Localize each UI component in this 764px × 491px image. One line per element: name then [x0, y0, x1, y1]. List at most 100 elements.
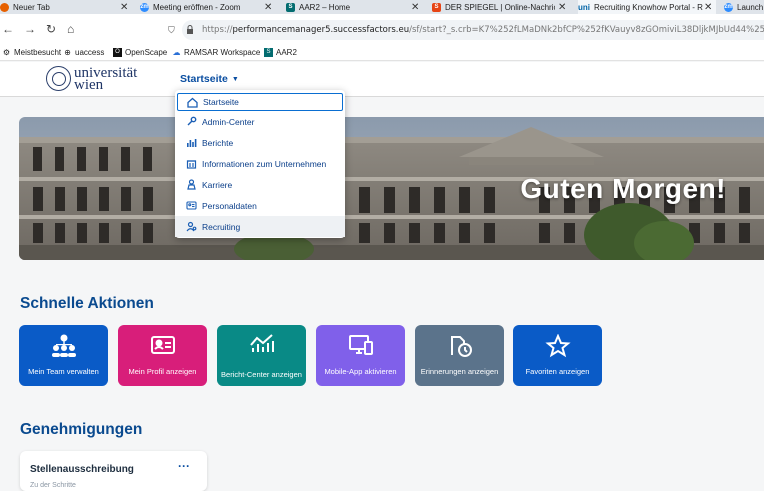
line-chart-icon [217, 332, 306, 356]
chevron-down-icon: ▼ [231, 75, 239, 83]
menu-item-label: Berichte [202, 137, 234, 148]
url-path: /sf/start?_s.crb=K7%252fLMaDNk2bfCP%252f… [409, 25, 764, 35]
menu-item-karriere[interactable]: Karriere [175, 174, 345, 195]
menu-item-personaldaten[interactable]: Personaldaten [175, 195, 345, 216]
quick-action-label: Bericht-Center anzeigen [221, 370, 302, 379]
quick-action-label: Mobile-App aktivieren [324, 367, 397, 376]
menu-item-label: Startseite [203, 97, 239, 107]
bookmark-item[interactable]: ⚙ Meistbesucht [2, 48, 61, 57]
close-icon[interactable]: ✕ [411, 2, 419, 13]
tab-label: DER SPIEGEL | Online-Nachricht [445, 2, 555, 12]
quick-action-favorites[interactable]: Favoriten anzeigen [513, 325, 602, 386]
browser-tab[interactable]: zm Launch [724, 0, 764, 14]
bookmark-item[interactable]: ⊕ uaccess [63, 48, 104, 57]
cloud-icon: ☁ [172, 48, 181, 57]
hero-banner: Guten Morgen! [19, 117, 764, 260]
menu-item-startseite[interactable]: Startseite [177, 93, 343, 111]
team-hierarchy-icon [19, 334, 108, 358]
browser-tab[interactable]: Neuer Tab ✕ [0, 0, 134, 14]
quick-action-label: Mein Profil anzeigen [128, 367, 197, 376]
firefox-icon [0, 2, 9, 12]
bookmarks-bar: ⚙ Meistbesucht ⊕ uaccess O OpenScape ☁ R… [0, 46, 764, 61]
bookmark-item[interactable]: O OpenScape [113, 48, 167, 57]
sharepoint-icon: S [286, 2, 295, 12]
address-bar-row: ← → ↻ ⌂ ⛉ https://performancemanager5.su… [0, 14, 764, 46]
quick-action-profile[interactable]: Mein Profil anzeigen [118, 325, 207, 386]
shield-icon[interactable]: ⛉ [168, 25, 175, 36]
lock-icon[interactable] [186, 25, 194, 36]
zoom-icon: zm [724, 2, 733, 12]
bookmark-label: uaccess [75, 48, 105, 57]
tab-label: Launch [737, 2, 764, 12]
quick-action-label: Mein Team verwalten [28, 367, 99, 376]
star-icon [513, 334, 602, 358]
university-seal-icon [46, 66, 71, 91]
approval-card-title: Stellenausschreibung [30, 464, 134, 475]
app-header: universität wien Startseite ▼ [0, 62, 764, 97]
browser-tab[interactable]: S DER SPIEGEL | Online-Nachricht ✕ [432, 0, 570, 14]
bookmark-label: Meistbesucht [14, 48, 62, 57]
home-icon[interactable]: ⌂ [67, 22, 74, 36]
tab-label: Neuer Tab [13, 2, 50, 12]
quick-action-reports[interactable]: Bericht-Center anzeigen [217, 325, 306, 386]
reminder-clock-icon [415, 334, 504, 358]
quick-action-team[interactable]: Mein Team verwalten [19, 325, 108, 386]
logo-text: universität wien [74, 65, 137, 92]
menu-item-label: Personaldaten [202, 200, 257, 211]
menu-item-recruiting[interactable]: Recruiting [175, 216, 345, 237]
close-icon[interactable]: ✕ [704, 2, 712, 13]
quick-action-label: Favoriten anzeigen [525, 367, 590, 376]
approvals-title: Genehmigungen [20, 421, 143, 438]
close-icon[interactable]: ✕ [264, 2, 272, 13]
bar-chart-icon [185, 137, 197, 149]
wrench-icon [185, 116, 197, 128]
browser-tab[interactable]: S AAR2 – Home ✕ [286, 0, 424, 14]
tab-label: Recruiting Knowhow Portal - R [594, 2, 703, 12]
globe-icon: ⊕ [64, 48, 71, 57]
menu-item-admin-center[interactable]: Admin-Center [175, 111, 345, 132]
greeting-text: Guten Morgen! [520, 173, 726, 204]
gear-icon: ⚙ [2, 48, 11, 57]
bookmark-label: RAMSAR Workspace [184, 48, 261, 57]
devices-icon [316, 334, 405, 358]
menu-item-label: Informationen zum Unternehmen [202, 158, 327, 169]
recruiting-icon [185, 221, 197, 233]
forward-icon[interactable]: → [24, 22, 36, 36]
browser-tab-active[interactable]: uni Recruiting Knowhow Portal - R ✕ [578, 0, 716, 14]
close-icon[interactable]: ✕ [558, 2, 566, 13]
url-field[interactable]: https://performancemanager5.successfacto… [182, 20, 764, 40]
quick-action-reminders[interactable]: Erinnerungen anzeigen [415, 325, 504, 386]
bookmark-item[interactable]: ☁ RAMSAR Workspace [172, 48, 261, 57]
menu-item-company-info[interactable]: Informationen zum Unternehmen [175, 153, 345, 174]
quick-actions-title: Schnelle Aktionen [20, 295, 154, 312]
reload-icon[interactable]: ↻ [46, 22, 56, 36]
home-icon [186, 96, 198, 108]
menu-item-berichte[interactable]: Berichte [175, 132, 345, 153]
browser-tab[interactable]: zm Meeting eröffnen - Zoom ✕ [140, 0, 278, 14]
tab-label: Meeting eröffnen - Zoom [153, 2, 241, 12]
url-prefix: https:// [202, 25, 233, 35]
career-icon [185, 179, 197, 191]
navigation-menu-label: Startseite [180, 73, 228, 85]
profile-card-icon [118, 334, 207, 358]
browser-tab-bar: Neuer Tab ✕ zm Meeting eröffnen - Zoom ✕… [0, 0, 764, 14]
bookmark-label: OpenScape [125, 48, 168, 57]
approval-card[interactable]: Stellenausschreibung ··· Zu der Schritte [20, 451, 207, 491]
bookmark-label: AAR2 [276, 48, 297, 57]
university-logo[interactable]: universität wien [46, 65, 137, 92]
bookmark-item[interactable]: S AAR2 [264, 48, 297, 57]
id-card-icon [185, 200, 197, 212]
url-host: performancemanager5.successfactors.eu [232, 25, 410, 35]
zoom-icon: zm [140, 2, 149, 12]
spiegel-icon: S [432, 2, 441, 12]
uni-icon: uni [578, 2, 590, 12]
more-options-icon[interactable]: ··· [178, 459, 190, 473]
close-icon[interactable]: ✕ [120, 2, 128, 13]
navigation-menu-button[interactable]: Startseite ▼ [180, 73, 239, 85]
tab-label: AAR2 – Home [299, 2, 351, 12]
quick-action-label: Erinnerungen anzeigen [420, 367, 499, 376]
menu-item-label: Admin-Center [202, 116, 255, 127]
quick-action-mobile[interactable]: Mobile-App aktivieren [316, 325, 405, 386]
menu-item-label: Recruiting [202, 221, 241, 232]
back-icon[interactable]: ← [2, 22, 14, 36]
